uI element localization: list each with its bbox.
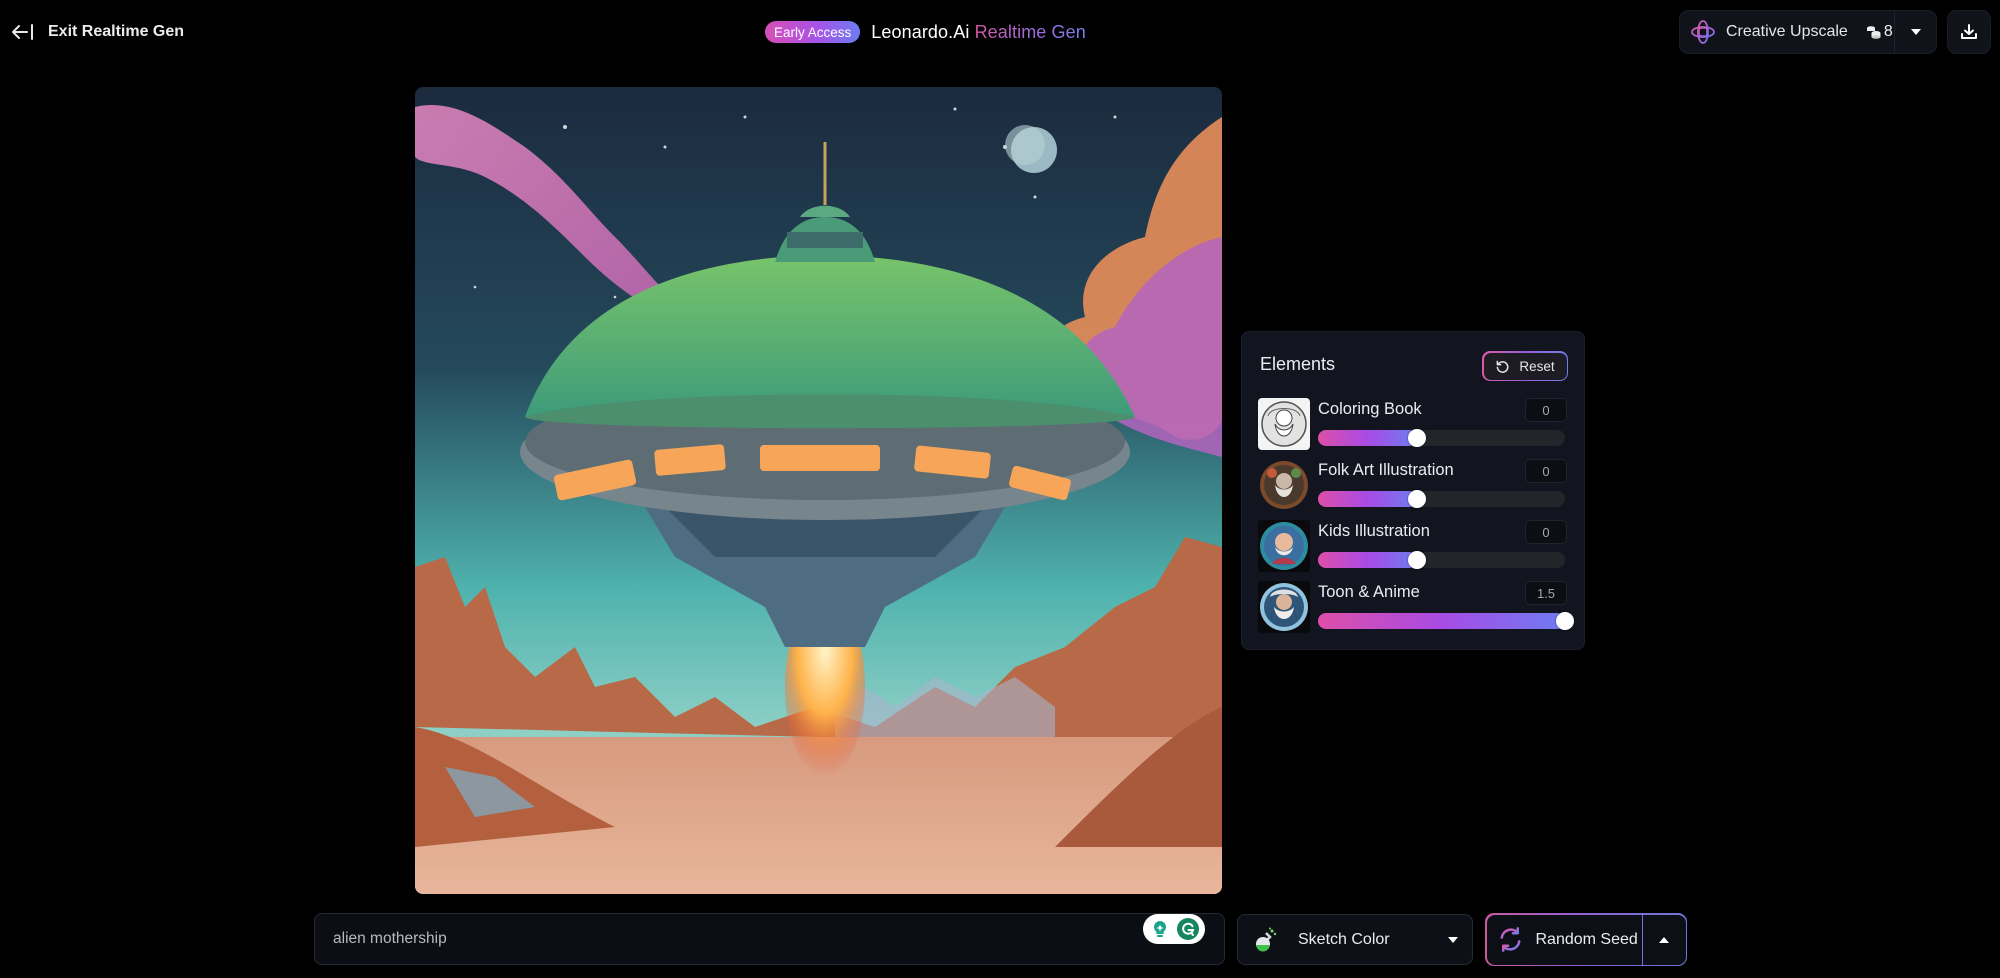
element-weight-slider[interactable] [1318,551,1565,569]
element-value-input[interactable]: 1.5 [1525,581,1567,605]
exit-label: Exit Realtime Gen [48,23,185,40]
elements-title: Elements [1260,354,1336,374]
toon-anime-thumbnail [1258,581,1310,633]
style-preset-label: Sketch Color [1298,930,1390,948]
element-name: Toon & Anime [1318,583,1420,601]
reset-label: Reset [1519,358,1555,374]
caret-down-icon [1910,29,1921,35]
arrow-left-bar-icon [12,24,33,40]
slider-handle[interactable] [1407,429,1426,447]
element-name: Coloring Book [1318,400,1422,418]
creative-upscale-button[interactable]: Creative Upscale 8 [1680,11,1894,53]
element-name: Folk Art Illustration [1318,461,1454,479]
element-value-input[interactable]: 0 [1525,398,1567,422]
element-row-coloring-book: Coloring Book 0 [1258,398,1572,450]
atom-orbit-icon [1691,20,1715,44]
creative-upscale-label: Creative Upscale [1726,23,1848,40]
seed-options-toggle[interactable] [1641,914,1686,965]
element-value-input[interactable]: 0 [1525,520,1567,544]
early-access-badge: Early Access [765,21,861,43]
slider-fill [1318,613,1565,629]
potion-flask-icon [1256,927,1277,951]
prompt-box [314,913,1225,965]
refresh-icon [1500,927,1520,952]
credits-count: 8 [1883,23,1893,40]
random-seed-label: Random Seed [1535,930,1638,948]
upscale-options-dropdown[interactable] [1894,11,1936,53]
kids-illustration-thumbnail [1258,520,1310,572]
app-title-group: Early Access Leonardo.Ai Realtime Gen [765,20,1086,44]
element-row-toon-anime: Toon & Anime 1.5 [1258,581,1574,633]
reset-button[interactable]: Reset [1482,351,1568,381]
elements-panel: Elements Reset Coloring Book 0 Folk Art … [1241,331,1585,650]
exit-realtime-gen-button[interactable]: Exit Realtime Gen [10,18,184,46]
prompt-input[interactable] [333,914,1113,964]
grammarly-icon[interactable] [1177,918,1199,940]
element-weight-slider[interactable] [1318,490,1565,508]
reset-icon [1496,360,1509,373]
lightbulb-extension-icon[interactable] [1149,918,1171,940]
caret-down-icon [1448,936,1458,943]
seed-control-group: Random Seed [1485,913,1687,966]
element-name: Kids Illustration [1318,522,1430,540]
slider-fill [1318,491,1417,507]
slider-fill [1318,552,1417,568]
random-seed-button[interactable]: Random Seed [1487,915,1642,965]
app-title: Leonardo.Ai Realtime Gen [871,22,1086,43]
upscale-credits: 8 [1866,23,1893,41]
slider-fill [1318,430,1417,446]
download-icon [1961,24,1977,39]
alien-mothership-illustration [415,87,1222,894]
slider-handle[interactable] [1407,551,1426,569]
creative-upscale-group: Creative Upscale 8 [1679,10,1937,54]
element-row-folk-art-illustration: Folk Art Illustration 0 [1258,459,1572,511]
browser-extension-pill[interactable] [1143,914,1205,944]
slider-handle[interactable] [1556,612,1574,630]
coloring-book-thumbnail [1258,398,1310,450]
caret-up-icon [1659,936,1669,943]
element-value-input[interactable]: 0 [1525,459,1567,483]
slider-handle[interactable] [1407,490,1426,508]
coins-stack-icon [1866,26,1881,39]
download-button[interactable] [1947,10,1991,54]
element-weight-slider[interactable] [1318,429,1565,447]
app-subtitle: Realtime Gen [974,21,1086,42]
element-row-kids-illustration: Kids Illustration 0 [1258,520,1572,572]
folk-art-thumbnail [1258,459,1310,511]
style-preset-dropdown[interactable]: Sketch Color [1237,914,1473,965]
generated-image[interactable] [415,87,1222,894]
app-name: Leonardo.Ai [871,21,970,42]
element-weight-slider[interactable] [1318,612,1574,630]
